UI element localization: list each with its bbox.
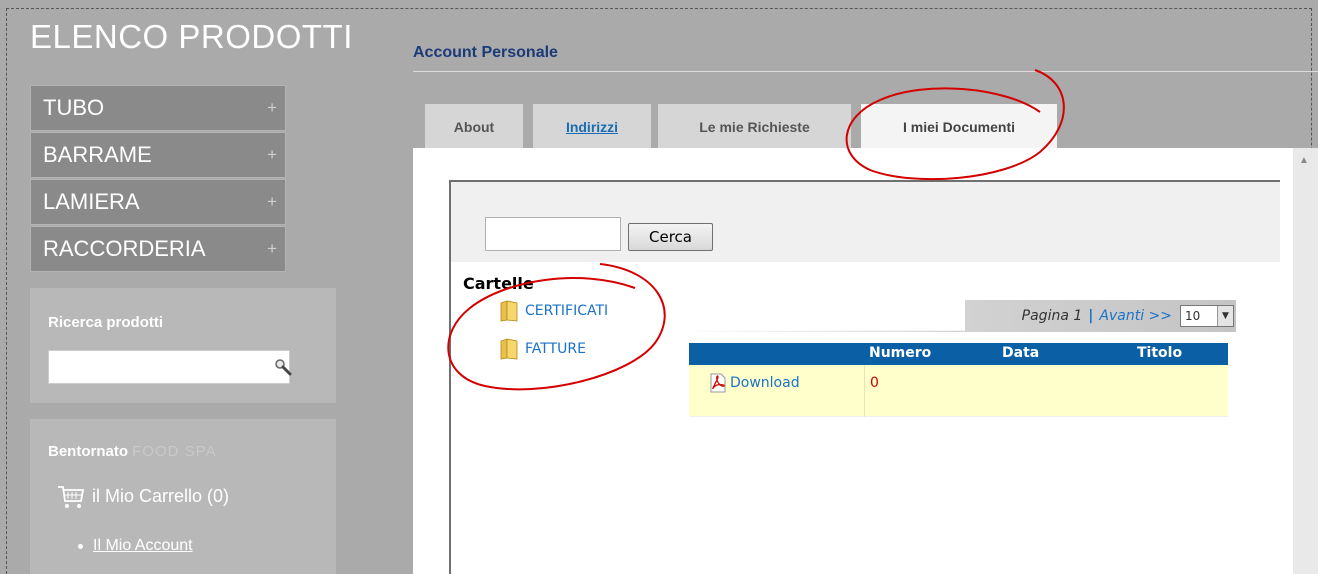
next-page-link[interactable]: Avanti >>	[1099, 308, 1172, 324]
my-account-link[interactable]: Il Mio Account	[93, 537, 193, 555]
expand-icon[interactable]: +	[267, 192, 277, 212]
magnifier-icon[interactable]	[274, 358, 292, 376]
column-divider	[864, 365, 865, 417]
scrollbar[interactable]	[1293, 148, 1318, 574]
category-label: BARRAME	[43, 142, 152, 167]
category-label: RACCORDERIA	[43, 236, 206, 261]
account-links: Il Mio Account	[78, 537, 193, 555]
document-search-input[interactable]	[485, 217, 621, 251]
folder-fatture[interactable]: FATTURE	[499, 338, 586, 360]
product-search-panel: Ricerca prodotti	[30, 288, 336, 403]
account-panel: Bentornato FOOD SPA il Mio Carrello (0) …	[30, 419, 336, 574]
pager: Pagina 1 | Avanti >> 10 ▼	[1022, 305, 1234, 327]
table-row: Download 0	[689, 365, 1228, 417]
column-header[interactable]: Numero	[869, 345, 931, 361]
pager-separator: |	[1088, 308, 1094, 324]
documents-table: Numero Data Titolo Download 0	[689, 343, 1228, 417]
chevron-down-icon: ▼	[1217, 306, 1233, 326]
expand-icon[interactable]: +	[267, 145, 277, 165]
pdf-icon	[710, 373, 726, 393]
folders-label: Cartelle	[463, 274, 534, 293]
folder-certificati[interactable]: CERTIFICATI	[499, 300, 608, 322]
scroll-up-icon[interactable]: ▲	[1299, 155, 1309, 166]
table-header: Numero Data Titolo	[689, 343, 1228, 365]
page-size-select[interactable]: 10 ▼	[1180, 305, 1234, 327]
cart-label: il Mio Carrello (0)	[92, 485, 230, 506]
section-title: Account Personale	[413, 44, 558, 61]
tab-le-mie-richieste[interactable]: Le mie Richieste	[658, 104, 851, 150]
download-link[interactable]: Download	[709, 373, 800, 393]
folder-label: FATTURE	[525, 341, 586, 357]
product-search-input[interactable]	[48, 350, 290, 384]
category-menu: TUBO + BARRAME + LAMIERA + RACCORDERIA +	[30, 85, 286, 273]
folder-icon	[500, 300, 518, 322]
category-label: LAMIERA	[43, 189, 140, 214]
list-item: Il Mio Account	[78, 537, 193, 555]
category-item-raccorderia[interactable]: RACCORDERIA +	[30, 226, 286, 272]
tab-indirizzi[interactable]: Indirizzi	[533, 104, 651, 150]
folder-label: CERTIFICATI	[525, 303, 609, 319]
bullet-icon	[78, 543, 83, 549]
product-search-title: Ricerca prodotti	[48, 314, 164, 331]
page-indicator: Pagina 1	[1021, 308, 1083, 324]
site-title: ELENCO PRODOTTI	[30, 18, 353, 55]
cart-icon	[58, 486, 85, 508]
column-header[interactable]: Data	[1002, 345, 1039, 361]
user-name: FOOD SPA	[132, 443, 217, 460]
category-label: TUBO	[43, 95, 105, 120]
search-button[interactable]: Cerca	[628, 223, 713, 251]
expand-icon[interactable]: +	[267, 98, 277, 118]
category-item-lamiera[interactable]: LAMIERA +	[30, 179, 286, 225]
numero-cell: 0	[870, 375, 879, 391]
folder-icon	[500, 338, 518, 360]
tab-i-miei-documenti[interactable]: I miei Documenti	[861, 104, 1057, 150]
tab-about[interactable]: About	[425, 104, 523, 150]
section-divider	[413, 71, 1318, 72]
page-size-value: 10	[1185, 309, 1201, 323]
welcome-label: Bentornato	[48, 443, 128, 460]
category-item-tubo[interactable]: TUBO +	[30, 85, 286, 131]
column-header[interactable]: Titolo	[1137, 345, 1182, 361]
cart-link[interactable]: il Mio Carrello (0)	[56, 481, 229, 511]
welcome-text: Bentornato FOOD SPA	[48, 443, 217, 460]
download-label: Download	[730, 375, 800, 391]
category-item-barrame[interactable]: BARRAME +	[30, 132, 286, 178]
expand-icon[interactable]: +	[267, 239, 277, 259]
